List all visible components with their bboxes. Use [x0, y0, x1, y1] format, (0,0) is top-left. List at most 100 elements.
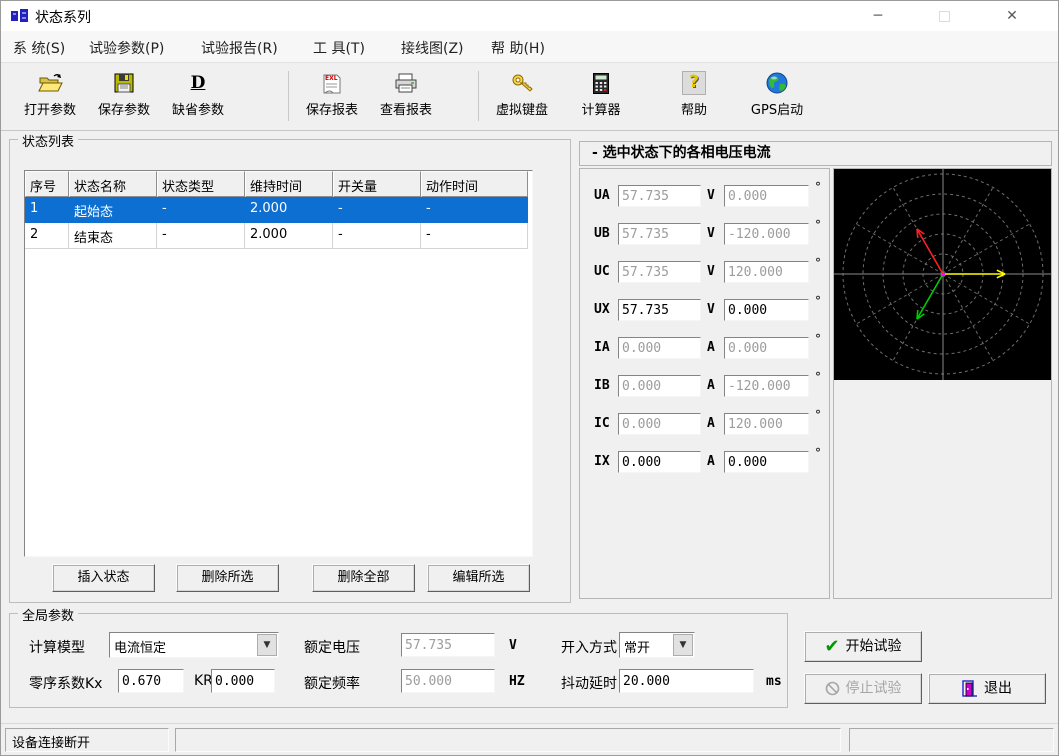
calculator-icon: [564, 69, 638, 97]
switch-mode-select[interactable]: 常开 ▼: [619, 632, 695, 658]
view-report-button[interactable]: 查看报表: [369, 69, 443, 125]
calc-model-select[interactable]: 电流恒定 ▼: [109, 632, 279, 658]
menu-wiring[interactable]: 接线图(Z): [401, 38, 464, 58]
ua-magnitude-input[interactable]: [618, 185, 701, 207]
gps-start-button[interactable]: GPS启动: [740, 69, 814, 125]
menu-help[interactable]: 帮 助(H): [491, 38, 545, 58]
help-button[interactable]: ? 帮助: [657, 69, 731, 125]
delete-all-button[interactable]: 删除全部: [312, 564, 415, 592]
phase-label: UC: [594, 264, 610, 279]
menu-tools[interactable]: 工 具(T): [313, 38, 365, 58]
save-floppy-icon: [87, 69, 161, 97]
maximize-button[interactable]: [921, 1, 967, 31]
column-header[interactable]: 状态类型: [157, 171, 245, 197]
rated-freq-input[interactable]: [401, 669, 495, 693]
column-header[interactable]: 状态名称: [69, 171, 157, 197]
status-bar: 设备连接断开: [1, 723, 1058, 756]
status-panel: [175, 728, 841, 752]
column-header[interactable]: 开关量: [333, 171, 421, 197]
cell: -: [333, 223, 421, 249]
cell: -: [421, 197, 528, 223]
phase-label: UA: [594, 188, 610, 203]
degree-label: °: [815, 446, 821, 460]
switch-mode-value: 常开: [624, 637, 650, 656]
open-params-button[interactable]: 打开参数: [13, 69, 87, 125]
print-report-icon: [369, 69, 443, 97]
debounce-input[interactable]: [619, 669, 754, 693]
global-params-group: 全局参数: [9, 613, 788, 708]
degree-label: °: [815, 294, 821, 308]
save-report-button[interactable]: EXL 保存报表: [295, 69, 369, 125]
uc-magnitude-input[interactable]: [618, 261, 701, 283]
kx-label: 零序系数Kx: [29, 673, 102, 693]
start-test-button[interactable]: ✔开始试验: [804, 631, 922, 662]
delete-selected-button[interactable]: 删除所选: [176, 564, 279, 592]
phase-label: UX: [594, 302, 610, 317]
toolbar-label: 保存报表: [295, 99, 369, 118]
ia-magnitude-input[interactable]: [618, 337, 701, 359]
ub-magnitude-input[interactable]: [618, 223, 701, 245]
uc-angle-input[interactable]: [724, 261, 809, 283]
minimize-button[interactable]: ─: [855, 1, 901, 31]
ua-angle-input[interactable]: [724, 185, 809, 207]
kr-input[interactable]: [211, 669, 275, 693]
debounce-unit: ms: [766, 674, 782, 689]
calculator-button[interactable]: 计算器: [564, 69, 638, 125]
ix-magnitude-input[interactable]: [618, 451, 701, 473]
help-question-icon: ?: [657, 69, 731, 97]
toolbar-label: 虚拟键盘: [485, 99, 559, 118]
menu-system[interactable]: 系 统(S): [13, 38, 65, 58]
menu-test-params[interactable]: 试验参数(P): [89, 38, 164, 58]
column-header[interactable]: 动作时间: [421, 171, 528, 197]
save-params-button[interactable]: 保存参数: [87, 69, 161, 125]
edit-selected-button[interactable]: 编辑所选: [427, 564, 530, 592]
ib-angle-input[interactable]: [724, 375, 809, 397]
menu-test-report[interactable]: 试验报告(R): [201, 38, 278, 58]
column-header[interactable]: 序号: [25, 171, 69, 197]
unit-label: V: [707, 226, 715, 241]
phase-label: IB: [594, 378, 610, 393]
toolbar-label: 打开参数: [13, 99, 87, 118]
phase-row-ix: IX A °: [580, 451, 829, 475]
chevron-down-icon[interactable]: ▼: [673, 634, 693, 656]
ic-angle-input[interactable]: [724, 413, 809, 435]
ub-angle-input[interactable]: [724, 223, 809, 245]
phase-label: IX: [594, 454, 610, 469]
exit-button[interactable]: 退出: [928, 673, 1046, 704]
rated-freq-label: 额定频率: [304, 673, 360, 693]
close-button[interactable]: ✕: [989, 1, 1035, 31]
rated-voltage-input[interactable]: [401, 633, 495, 657]
maximize-icon: [939, 11, 950, 22]
ib-magnitude-input[interactable]: [618, 375, 701, 397]
gps-globe-icon: [740, 69, 814, 97]
phase-row-uc: UC V °: [580, 261, 829, 285]
degree-label: °: [815, 180, 821, 194]
ux-magnitude-input[interactable]: [618, 299, 701, 321]
app-icon: [11, 8, 29, 24]
check-icon: ✔: [824, 632, 839, 661]
open-folder-icon: [13, 69, 87, 97]
virtual-keyboard-button[interactable]: 虚拟键盘: [485, 69, 559, 125]
ix-angle-input[interactable]: [724, 451, 809, 473]
cell: 2: [25, 223, 69, 249]
kx-input[interactable]: [118, 669, 184, 693]
phase-label: IC: [594, 416, 610, 431]
ic-magnitude-input[interactable]: [618, 413, 701, 435]
toolbar: 打开参数 保存参数 D 缺省参数: [1, 63, 1058, 131]
stop-test-button[interactable]: 停止试验: [804, 673, 922, 704]
default-params-icon: D: [161, 69, 235, 97]
ia-angle-input[interactable]: [724, 337, 809, 359]
state-table-header: 序号 状态名称 状态类型 维持时间 开关量 动作时间: [25, 171, 532, 197]
phase-fields-panel: UA V ° UB V ° UC V ° UX V ° IA: [579, 168, 830, 599]
table-row[interactable]: 2 结束态 - 2.000 - -: [25, 223, 532, 249]
insert-state-button[interactable]: 插入状态: [52, 564, 155, 592]
default-params-button[interactable]: D 缺省参数: [161, 69, 235, 125]
table-row[interactable]: 1 起始态 - 2.000 - -: [25, 197, 532, 223]
stop-test-label: 停止试验: [846, 681, 902, 697]
phase-row-ia: IA A °: [580, 337, 829, 361]
column-header[interactable]: 维持时间: [245, 171, 333, 197]
toolbar-label: 查看报表: [369, 99, 443, 118]
chevron-down-icon[interactable]: ▼: [257, 634, 277, 656]
toolbar-label: GPS启动: [740, 99, 814, 118]
ux-angle-input[interactable]: [724, 299, 809, 321]
